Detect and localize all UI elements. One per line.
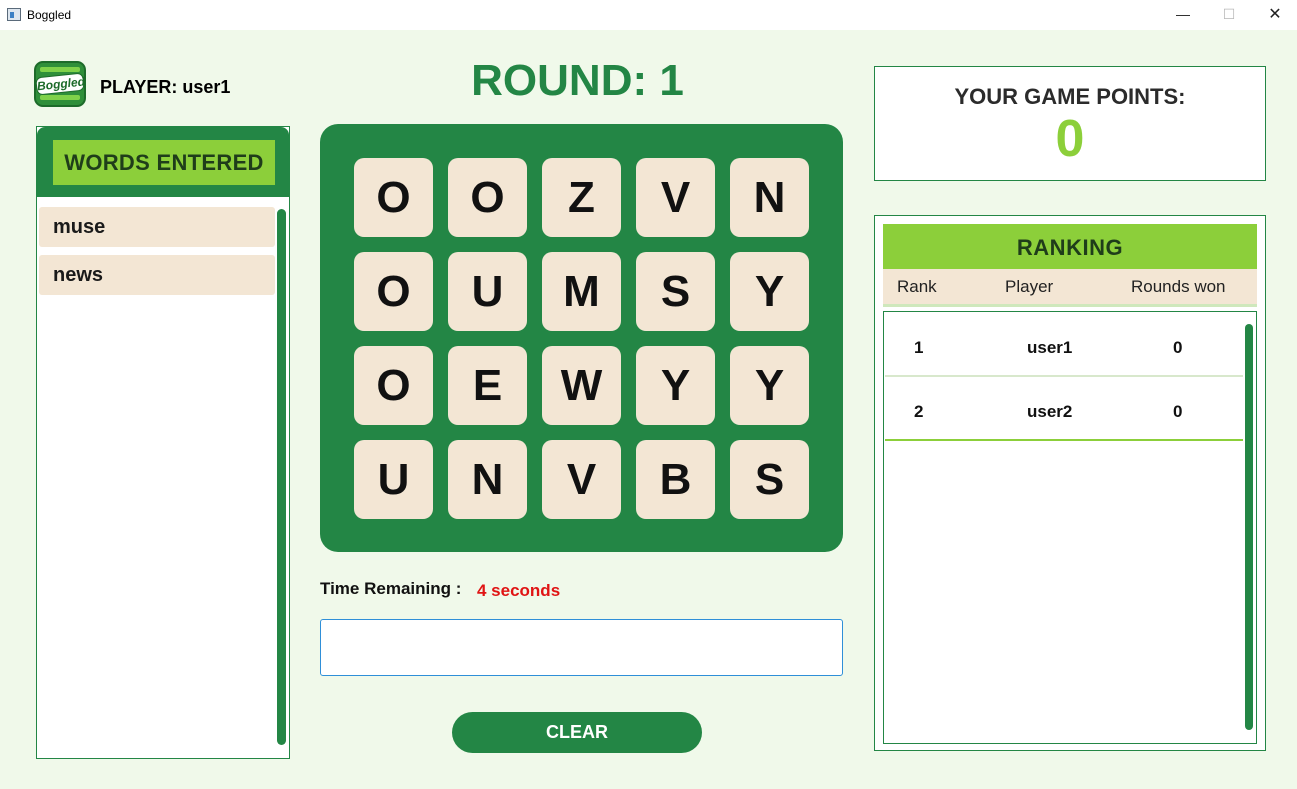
ranking-table: 1 user1 0 2 user2 0 [883,311,1257,744]
ranking-container: RANKING Rank Player Rounds won 1 user1 0… [883,224,1257,744]
rounds-won-cell: 0 [1173,338,1183,357]
board-grid: O O Z V N O U M S Y O E W Y Y U N V B S [354,158,809,519]
game-points-value: 0 [1055,110,1085,168]
window-title-bar: Boggled — ☐ ✕ [0,0,1297,30]
time-remaining-label: Time Remaining : [320,579,462,598]
player-cell: user2 [1027,402,1073,421]
ranking-panel: RANKING Rank Player Rounds won 1 user1 0… [874,215,1266,751]
letter-tile[interactable]: W [542,346,621,425]
letter-tile[interactable]: S [730,440,809,519]
letter-tile[interactable]: O [448,158,527,237]
letter-tile[interactable]: O [354,158,433,237]
letter-tile[interactable]: Z [542,158,621,237]
letter-tile[interactable]: O [354,346,433,425]
app-icon [7,8,21,21]
clear-button[interactable]: CLEAR [452,712,702,753]
letter-tile[interactable]: Y [636,346,715,425]
rank-cell: 2 [914,402,924,421]
ranking-column-headers: Rank Player Rounds won [883,269,1257,307]
letter-board: O O Z V N O U M S Y O E W Y Y U N V B S [320,124,843,552]
table-row[interactable]: 2 user2 0 [885,378,1243,441]
letter-tile[interactable]: M [542,252,621,331]
words-scrollbar[interactable] [277,209,286,745]
letter-tile[interactable]: O [354,252,433,331]
column-header-player[interactable]: Player [1005,277,1053,297]
word-list: muse news [39,207,275,303]
letter-tile[interactable]: U [448,252,527,331]
logo-text: Boggled [36,72,84,96]
letter-tile[interactable]: Y [730,346,809,425]
boggled-logo: Boggled [34,61,86,107]
close-button[interactable]: ✕ [1252,0,1297,30]
letter-tile[interactable]: B [636,440,715,519]
words-entered-title: WORDS ENTERED [53,140,275,185]
word-input[interactable] [320,619,843,676]
letter-tile[interactable]: N [448,440,527,519]
round-title: ROUND: 1 [471,56,684,105]
list-item[interactable]: news [39,255,275,295]
words-entered-panel: WORDS ENTERED muse news [36,126,290,759]
player-cell: user1 [1027,338,1073,357]
letter-tile[interactable]: Y [730,252,809,331]
column-header-rounds-won[interactable]: Rounds won [1131,277,1226,297]
letter-tile[interactable]: S [636,252,715,331]
game-points-panel: YOUR GAME POINTS: 0 [874,66,1266,181]
rounds-won-cell: 0 [1173,402,1183,421]
window-title: Boggled [27,8,72,22]
maximize-button[interactable]: ☐ [1206,0,1252,30]
rank-cell: 1 [914,338,924,357]
letter-tile[interactable]: E [448,346,527,425]
list-item[interactable]: muse [39,207,275,247]
table-row[interactable]: 1 user1 0 [885,314,1243,377]
letter-tile[interactable]: V [636,158,715,237]
player-label: PLAYER: user1 [100,77,231,97]
column-header-rank[interactable]: Rank [897,277,937,297]
letter-tile[interactable]: U [354,440,433,519]
game-points-label: YOUR GAME POINTS: [954,84,1186,109]
ranking-scrollbar[interactable] [1245,324,1253,730]
letter-tile[interactable]: N [730,158,809,237]
time-remaining-value: 4 seconds [477,581,561,600]
ranking-title: RANKING [883,224,1257,269]
letter-tile[interactable]: V [542,440,621,519]
words-panel-header: WORDS ENTERED [37,127,289,197]
minimize-button[interactable]: — [1160,0,1206,30]
